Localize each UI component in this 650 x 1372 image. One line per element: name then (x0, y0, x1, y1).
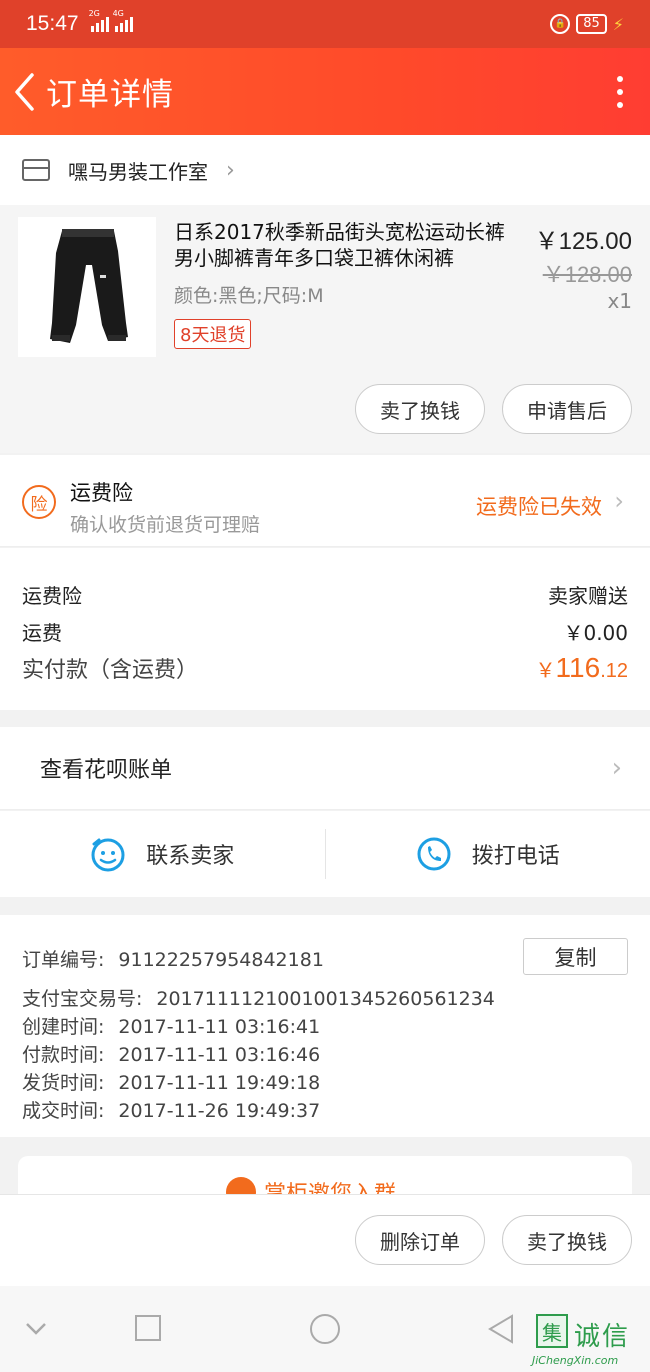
alipay-number-row: 支付宝交易号: 2017111121001001345260561234 (22, 988, 495, 1010)
bottom-action-bar: 删除订单 卖了换钱 (0, 1194, 650, 1286)
group-invite-card[interactable]: 掌柜邀您入群 (18, 1156, 632, 1194)
shipped-time-row: 发货时间: 2017-11-11 19:49:18 (22, 1072, 321, 1094)
paid-total-row: 实付款（含运费） ￥116.12 (22, 652, 628, 684)
recent-apps-icon[interactable] (134, 1314, 162, 1348)
paid-total-label: 实付款（含运费） (22, 658, 199, 683)
sell-exchange-button[interactable]: 卖了换钱 (355, 384, 485, 434)
order-item: 日系2017秋季新品街头宽松运动长裤男小脚裤青年多口袋卫裤休闲裤 颜色:黑色;尺… (0, 205, 650, 453)
alipay-number: 2017111121001001345260561234 (156, 988, 495, 1010)
more-menu-icon[interactable] (590, 48, 650, 135)
chevron-right-icon: › (611, 753, 622, 783)
shipping-cost-row: 运费 ￥0.00 (22, 617, 628, 646)
contact-bar: 联系卖家 拨打电话 (0, 811, 650, 897)
insurance-subtitle: 确认收货前退货可理赔 (70, 514, 261, 536)
product-original-price: ￥128.00 (542, 262, 632, 287)
call-phone-button[interactable]: 拨打电话 (326, 811, 650, 897)
battery-icon: 85 (576, 14, 607, 34)
charging-icon: ⚡ (612, 14, 624, 34)
signal-2g-icon: 2G (89, 9, 109, 32)
insurance-cost-row: 运费险 卖家赠送 (22, 580, 628, 609)
pants-image-icon (50, 229, 128, 343)
completed-time-row: 成交时间: 2017-11-26 19:49:37 (22, 1100, 321, 1122)
paid-time-row: 付款时间: 2017-11-11 03:16:46 (22, 1044, 321, 1066)
rotation-lock-icon: 🔒 (550, 14, 571, 34)
product-title[interactable]: 日系2017秋季新品街头宽松运动长裤男小脚裤青年多口袋卫裤休闲裤 (174, 219, 524, 271)
home-icon[interactable] (308, 1314, 342, 1352)
page-title: 订单详情 (46, 77, 174, 113)
shipping-cost-value: ￥0.00 (563, 621, 628, 645)
signal-indicators: 2G 4G (89, 9, 133, 32)
chevron-right-icon: › (614, 487, 624, 515)
shipping-cost-label: 运费 (22, 621, 62, 645)
huabei-bill-row[interactable]: 查看花呗账单 › (0, 727, 650, 810)
return-policy-badge: 8天退货 (174, 319, 252, 349)
copy-button[interactable]: 复制 (523, 938, 628, 975)
cost-summary: 运费险 卖家赠送 运费 ￥0.00 实付款（含运费） ￥116.12 (0, 548, 650, 710)
order-number-row: 订单编号: 91122257954842181 (22, 949, 324, 971)
watermark-logo: 集 诚信 JiChengXin.com (532, 1310, 650, 1372)
call-phone-label: 拨打电话 (471, 844, 560, 869)
order-number: 91122257954842181 (118, 949, 324, 971)
chat-face-icon (91, 838, 125, 872)
back-triangle-icon[interactable] (486, 1314, 516, 1350)
order-info: 订单编号: 91122257954842181 复制 支付宝交易号: 2017111… (0, 915, 650, 1137)
delete-order-button[interactable]: 删除订单 (355, 1215, 485, 1265)
after-sale-button[interactable]: 申请售后 (502, 384, 632, 434)
contact-seller-label: 联系卖家 (146, 844, 235, 869)
product-thumbnail[interactable] (18, 217, 156, 357)
paid-total-value: ￥116.12 (535, 652, 628, 683)
contact-seller-button[interactable]: 联系卖家 (0, 811, 325, 897)
insurance-icon: 险 (22, 485, 56, 519)
status-time: 15:47 (26, 12, 79, 35)
created-time-row: 创建时间: 2017-11-11 03:16:41 (22, 1016, 321, 1038)
status-bar: 15:47 2G 4G 🔒 85 ⚡ (0, 0, 650, 48)
store-icon (22, 159, 50, 181)
signal-4g-icon: 4G (113, 9, 133, 32)
insurance-cost-label: 运费险 (22, 584, 82, 608)
group-icon (226, 1177, 256, 1194)
shop-name[interactable]: 嘿马男装工作室 (68, 156, 208, 185)
insurance-title: 运费险 (70, 481, 133, 505)
chevron-right-icon: › (226, 157, 235, 183)
back-arrow-icon[interactable] (2, 48, 46, 135)
phone-icon (417, 837, 451, 871)
shipping-insurance-row[interactable]: 险 运费险 确认收货前退货可理赔 运费险已失效 › (0, 455, 650, 547)
insurance-status[interactable]: 运费险已失效 (476, 491, 602, 521)
insurance-cost-value: 卖家赠送 (548, 584, 628, 608)
nav-bar: 订单详情 (0, 48, 650, 135)
group-invite-text: 掌柜邀您入群 (264, 1176, 396, 1194)
shop-row[interactable]: 嘿马男装工作室 › (0, 135, 650, 205)
product-quantity: x1 (607, 289, 632, 313)
chevron-down-icon[interactable] (24, 1314, 48, 1348)
huabei-bill-label: 查看花呗账单 (40, 758, 173, 783)
product-sku: 颜色:黑色;尺码:M (174, 285, 324, 307)
sell-exchange-bottom-button[interactable]: 卖了换钱 (502, 1215, 632, 1265)
product-price: ￥125.00 (534, 228, 632, 255)
